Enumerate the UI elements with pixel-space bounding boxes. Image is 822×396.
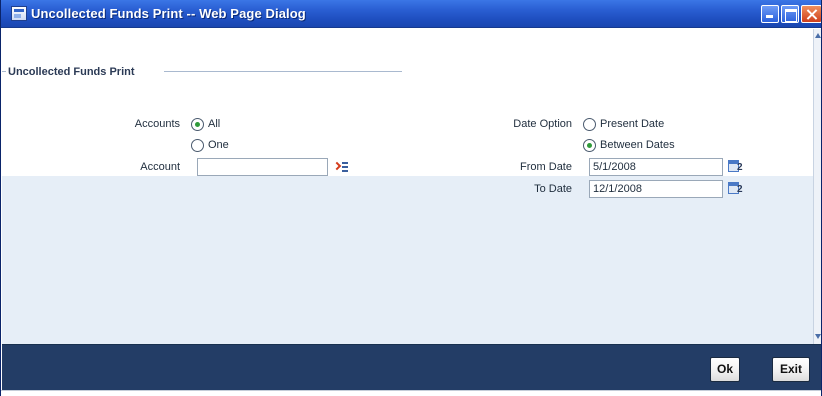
title-bar[interactable]: Uncollected Funds Print -- Web Page Dial… — [1, 0, 821, 28]
button-bar: Ok Exit — [2, 344, 821, 390]
section-divider-left — [2, 71, 6, 72]
from-date-calendar-number: 2 — [737, 162, 743, 173]
to-date-calendar-number: 2 — [737, 184, 743, 195]
status-strip — [1, 390, 821, 396]
scroll-up-icon[interactable] — [814, 31, 821, 41]
account-label: Account — [140, 161, 180, 173]
dialog-content: Uncollected Funds Print Accounts All One… — [2, 29, 813, 344]
date-option-present-date-label[interactable]: Present Date — [600, 118, 664, 130]
from-date-input[interactable] — [589, 158, 723, 176]
accounts-label: Accounts — [134, 118, 180, 130]
date-option-label: Date Option — [513, 118, 572, 130]
exit-button[interactable]: Exit — [772, 357, 810, 382]
calendar-icon[interactable]: 2 — [728, 182, 744, 196]
calendar-icon[interactable]: 2 — [728, 160, 744, 174]
vertical-scrollbar[interactable] — [813, 29, 821, 344]
scroll-down-icon[interactable] — [814, 332, 821, 342]
from-date-label: From Date — [520, 161, 572, 173]
window-title: Uncollected Funds Print -- Web Page Dial… — [31, 6, 306, 21]
accounts-all-label[interactable]: All — [208, 118, 220, 130]
to-date-input[interactable] — [589, 180, 723, 198]
date-option-present-date-radio[interactable] — [583, 118, 596, 131]
ok-button[interactable]: Ok — [710, 357, 740, 382]
to-date-label: To Date — [534, 183, 572, 195]
accounts-one-label[interactable]: One — [208, 139, 229, 151]
list-of-values-icon[interactable] — [332, 160, 348, 173]
maximize-icon[interactable] — [781, 5, 799, 23]
date-option-between-dates-label[interactable]: Between Dates — [600, 139, 675, 151]
dialog-window-icon — [11, 6, 27, 21]
section-divider — [164, 71, 402, 72]
accounts-one-radio[interactable] — [191, 139, 204, 152]
minimize-icon[interactable] — [761, 5, 779, 23]
account-input[interactable] — [197, 158, 328, 176]
date-option-between-dates-radio[interactable] — [583, 139, 596, 152]
dialog-window: Uncollected Funds Print -- Web Page Dial… — [0, 0, 822, 396]
section-legend: Uncollected Funds Print — [8, 66, 135, 78]
lower-panel — [2, 176, 813, 344]
accounts-all-radio[interactable] — [191, 118, 204, 131]
close-icon[interactable] — [801, 5, 821, 23]
